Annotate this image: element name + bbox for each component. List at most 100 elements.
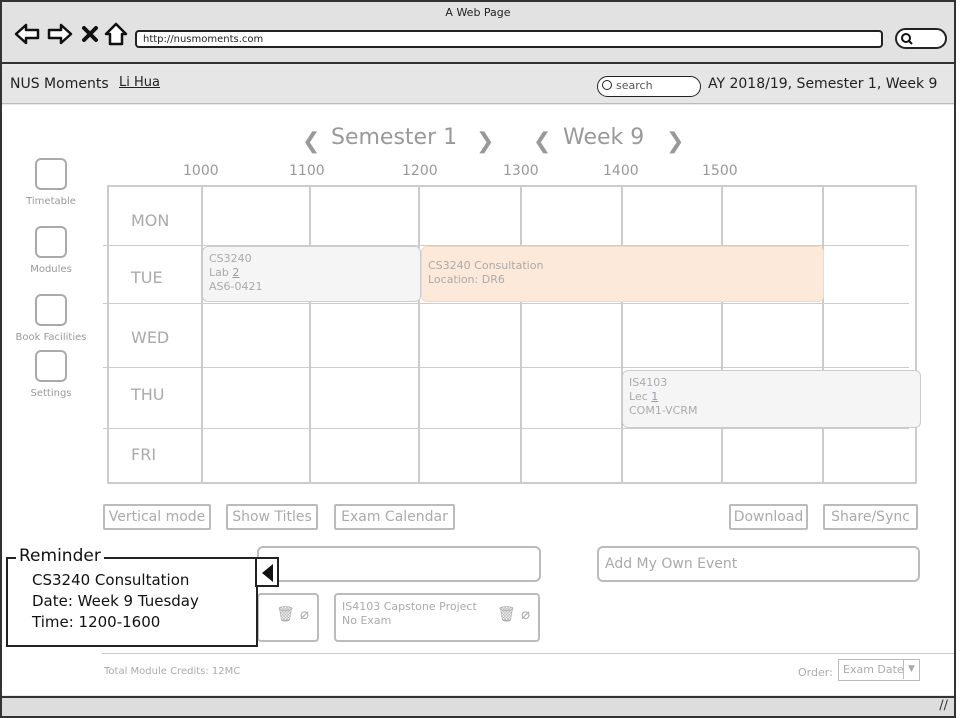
app-brand: NUS Moments [10, 76, 109, 92]
download-button[interactable]: Download [729, 504, 808, 530]
module-search-input[interactable] [257, 546, 541, 582]
search-input[interactable]: search [597, 76, 701, 97]
vertical-mode-button[interactable]: Vertical mode [103, 504, 211, 530]
triangle-left-icon [262, 564, 273, 582]
grid-line [103, 303, 909, 304]
add-event-input[interactable]: Add My Own Event [597, 546, 920, 582]
book-facilities-icon [35, 294, 67, 326]
sidebar-item-label: Timetable [26, 196, 76, 207]
hour-label: 1200 [402, 163, 438, 179]
module-card: 🗑 ⌀ [257, 593, 319, 642]
status-bar: ∕∕ [2, 696, 954, 716]
forward-arrow-icon[interactable] [47, 22, 73, 46]
show-titles-button[interactable]: Show Titles [226, 504, 318, 530]
search-placeholder: search [616, 79, 653, 92]
chevron-down-icon: ▼ [903, 660, 919, 679]
trash-icon[interactable]: 🗑 [497, 605, 516, 623]
event-title: CS3240 Consultation [428, 259, 544, 272]
hide-eye-icon[interactable]: ⌀ [521, 605, 530, 623]
sidebar-item-book-facilities[interactable]: Book Facilities [10, 294, 92, 343]
event-venue: COM1-VCRM [629, 404, 698, 417]
event-type: Lec [629, 390, 648, 403]
browser-window: A Web Page http://nusmoments.com NUS Mom… [0, 0, 956, 718]
next-week-icon[interactable]: ❯ [666, 129, 684, 154]
grid-line [309, 187, 311, 482]
home-icon[interactable] [103, 22, 129, 46]
resize-grip-icon[interactable]: ∕∕ [939, 698, 948, 713]
event-venue: AS6-0421 [209, 280, 263, 293]
grid-line [418, 187, 420, 482]
share-sync-button[interactable]: Share/Sync [823, 504, 918, 530]
sidebar-item-label: Book Facilities [15, 332, 87, 343]
prev-semester-icon[interactable]: ❮ [302, 129, 320, 154]
hour-label: 1100 [289, 163, 325, 179]
academic-period: AY 2018/19, Semester 1, Week 9 [708, 76, 938, 92]
event-number-link[interactable]: 1 [651, 390, 658, 403]
hour-label: 1300 [503, 163, 539, 179]
divider [102, 653, 954, 654]
event-code: CS3240 [209, 252, 252, 265]
close-icon[interactable] [80, 22, 100, 46]
grid-line [822, 187, 824, 482]
event-cs3240-consultation[interactable]: CS3240 Consultation Location: DR6 [421, 246, 824, 302]
timetable-grid: MON TUE WED THU FRI CS3240 Lab 2 AS6-042… [103, 185, 921, 484]
day-label-mon: MON [131, 211, 170, 230]
event-type-line: Lab 2 [209, 266, 414, 280]
reminder-date: Date: Week 9 Tuesday [32, 592, 199, 610]
sidebar-item-label: Settings [30, 388, 72, 399]
sidebar-item-settings[interactable]: Settings [10, 350, 92, 399]
reminder-time: Time: 1200-1600 [32, 613, 161, 631]
total-credits: Total Module Credits: 12MC [104, 666, 241, 677]
window-title: A Web Page [445, 6, 511, 19]
sidebar-item-label: Modules [30, 264, 72, 275]
day-label-tue: TUE [131, 268, 163, 287]
grid-line [621, 187, 623, 482]
event-is4103-lecture[interactable]: IS4103 Lec 1 COM1-VCRM [622, 370, 921, 428]
hour-label: 1500 [702, 163, 738, 179]
module-card-is4103: IS4103 Capstone Project No Exam 🗑 ⌀ [334, 593, 540, 642]
semester-label: Semester 1 [331, 125, 458, 150]
day-label-fri: FRI [131, 445, 157, 464]
user-link[interactable]: Li Hua [119, 75, 160, 90]
day-label-thu: THU [131, 385, 165, 404]
hide-eye-icon[interactable]: ⌀ [300, 605, 309, 623]
event-type-line: Lec 1 [629, 390, 914, 404]
event-type: Lab [209, 266, 229, 279]
url-bar[interactable]: http://nusmoments.com [135, 30, 883, 48]
modules-icon [35, 226, 67, 258]
back-arrow-icon[interactable] [14, 22, 40, 46]
order-select[interactable]: Exam Date ▼ [838, 659, 920, 681]
exam-calendar-button[interactable]: Exam Calendar [334, 504, 455, 530]
reminder-panel: Reminder CS3240 Consultation Date: Week … [6, 546, 258, 647]
sidebar-item-timetable[interactable]: Timetable [10, 158, 92, 207]
week-label: Week 9 [563, 125, 645, 150]
next-semester-icon[interactable]: ❯ [476, 129, 494, 154]
browser-titlebar: A Web Page http://nusmoments.com [2, 2, 954, 64]
browser-search-button[interactable] [895, 28, 947, 49]
event-number-link[interactable]: 2 [232, 266, 239, 279]
sidebar-item-modules[interactable]: Modules [10, 226, 92, 275]
collapse-reminder-button[interactable] [255, 557, 279, 587]
hour-label: 1000 [183, 163, 219, 179]
day-label-wed: WED [131, 328, 170, 347]
grid-line [520, 187, 522, 482]
card-actions: 🗑 ⌀ [276, 605, 309, 623]
prev-week-icon[interactable]: ❮ [533, 129, 551, 154]
grid-line [721, 187, 723, 482]
order-value: Exam Date [843, 663, 904, 676]
settings-icon [35, 350, 67, 382]
search-icon [602, 80, 612, 90]
event-location: Location: DR6 [428, 273, 505, 286]
hour-label: 1400 [603, 163, 639, 179]
app-header: NUS Moments Li Hua search AY 2018/19, Se… [2, 66, 954, 104]
event-cs3240-lab[interactable]: CS3240 Lab 2 AS6-0421 [202, 246, 421, 302]
grid-line [103, 367, 909, 368]
event-code: IS4103 [629, 376, 668, 389]
search-icon [901, 33, 913, 45]
grid-line [103, 428, 909, 429]
timetable-icon [35, 158, 67, 190]
grid-line [201, 187, 203, 482]
trash-icon[interactable]: 🗑 [276, 605, 295, 623]
order-label: Order: [798, 666, 833, 679]
reminder-event: CS3240 Consultation [32, 571, 190, 589]
